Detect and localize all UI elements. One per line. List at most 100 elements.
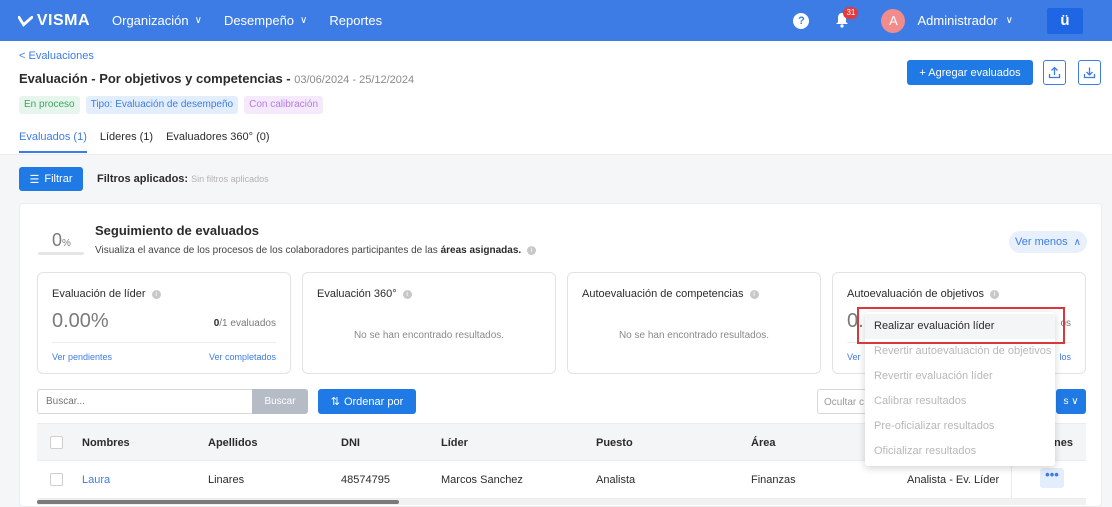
nav-reportes[interactable]: Reportes	[329, 13, 382, 28]
help-icon[interactable]: ?	[793, 12, 810, 29]
stat-empty-message: No se han encontrado resultados.	[353, 330, 505, 341]
top-right-controls: ? 31 A Administrador ∨ ü	[793, 0, 1112, 41]
status-badge: En proceso	[19, 96, 80, 114]
info-icon[interactable]: i	[402, 289, 412, 299]
sort-icon: ⇅	[330, 396, 340, 408]
stat-title-text: Autoevaluación de objetivos	[847, 288, 984, 300]
chevron-down-icon: ∨	[300, 15, 308, 26]
menu-item-calibrar-resultados: Calibrar resultados	[874, 395, 967, 407]
actions-menu: Realizar evaluación líder Revertir autoe…	[865, 312, 1055, 466]
header-apellidos: Apellidos	[208, 437, 258, 449]
notifications-badge: 31	[843, 6, 859, 19]
tab-evaluados[interactable]: Evaluados (1)	[19, 131, 87, 153]
ver-completados-link[interactable]: Ver completados	[209, 352, 276, 362]
back-to-evaluaciones-link[interactable]: < Evaluaciones	[19, 50, 94, 62]
nav-desempeno-label: Desempeño	[223, 13, 295, 28]
ver-pendientes-link[interactable]: Ver pendientes	[52, 352, 112, 362]
stat-title: Autoevaluación de competencias i	[582, 288, 759, 300]
stat-divider	[52, 342, 276, 343]
nav-reportes-label: Reportes	[329, 13, 383, 28]
tracking-subtitle: Visualiza el avance de los procesos de l…	[95, 245, 536, 256]
columns-button[interactable]: s ∨	[1056, 389, 1086, 414]
add-evaluados-button[interactable]: + Agregar evaluados	[907, 60, 1033, 85]
info-icon[interactable]: i	[526, 245, 536, 255]
info-icon[interactable]: i	[749, 289, 759, 299]
user-name[interactable]: Administrador	[917, 13, 997, 28]
header-area: Área	[751, 437, 776, 449]
header-nombres: Nombres	[82, 437, 130, 449]
page-title: Evaluación - Por objetivos y competencia…	[19, 71, 414, 86]
stat-title-text: Evaluación de líder	[52, 288, 146, 300]
download-button[interactable]	[1078, 60, 1101, 85]
ver-completados-link[interactable]: los	[1059, 352, 1071, 362]
upload-icon	[1048, 66, 1061, 79]
tracking-percent-value: 0	[52, 230, 63, 250]
row-apellidos: Linares	[208, 474, 245, 486]
select-all-checkbox[interactable]	[50, 436, 63, 449]
status-chips: En proceso Tipo: Evaluación de desempeño…	[19, 96, 329, 114]
chevron-down-icon[interactable]: ∨	[1006, 15, 1013, 26]
row-puesto: Analista	[596, 474, 636, 486]
nav-desempeno[interactable]: Desempeño ∨	[224, 13, 307, 28]
type-badge: Tipo: Evaluación de desempeño	[85, 96, 239, 114]
stat-evaluacion-360: Evaluación 360° i No se han encontrado r…	[302, 272, 556, 374]
notifications-button[interactable]: 31	[835, 6, 859, 30]
upload-button[interactable]	[1043, 60, 1066, 85]
tabs: Evaluados (1) Líderes (1) Evaluadores 36…	[19, 131, 283, 153]
evaluation-dates: 03/06/2024 - 25/12/2024	[294, 74, 415, 86]
stat-evaluacion-lider: Evaluación de líder i 0.00% 0/1 evaluado…	[37, 272, 291, 374]
visma-logo[interactable]: VISMA	[18, 12, 90, 30]
header-dni: DNI	[341, 437, 360, 449]
stat-autoevaluacion-competencias: Autoevaluación de competencias i No se h…	[567, 272, 821, 374]
scrollbar-thumb[interactable]	[37, 500, 399, 504]
row-lider: Marcos Sanchez	[441, 474, 523, 486]
table-row: Laura Linares 48574795 Marcos Sanchez An…	[37, 461, 1086, 499]
tracking-percent: 0%	[52, 230, 71, 251]
stat-title-text: Evaluación 360°	[317, 288, 397, 300]
stat-value: 0.	[847, 310, 864, 332]
filter-icon: ☰	[29, 173, 40, 186]
chevron-down-icon: ∨	[194, 15, 202, 26]
stat-title: Evaluación de líder i	[52, 288, 161, 300]
nav-organizacion[interactable]: Organización ∨	[112, 13, 202, 28]
row-checkbox[interactable]	[50, 473, 63, 486]
tab-lideres[interactable]: Líderes (1)	[100, 131, 153, 153]
tab-evaluadores-360[interactable]: Evaluadores 360° (0)	[166, 131, 269, 153]
brand-name: VISMA	[36, 11, 90, 29]
menu-item-revertir-evaluacion-lider: Revertir evaluación líder	[874, 370, 993, 382]
top-navbar: VISMA Organización ∨ Desempeño ∨ Reporte…	[0, 0, 1112, 41]
filters-applied-value: Sin filtros aplicados	[191, 174, 269, 184]
row-nombres[interactable]: Laura	[82, 474, 110, 486]
stat-empty-message: No se han encontrado resultados.	[618, 330, 770, 341]
info-icon[interactable]: i	[151, 289, 161, 299]
avatar[interactable]: A	[881, 8, 906, 33]
row-area: Finanzas	[751, 474, 796, 486]
more-actions-button[interactable]: •••	[1040, 468, 1064, 488]
sort-button[interactable]: ⇅ Ordenar por	[318, 389, 416, 414]
stat-title: Autoevaluación de objetivos i	[847, 288, 1000, 300]
tracking-title: Seguimiento de evaluados	[95, 223, 259, 238]
row-actions: •••	[1011, 461, 1086, 498]
tracking-subtitle-text: Visualiza el avance de los procesos de l…	[95, 245, 441, 256]
calibration-badge: Con calibración	[244, 96, 324, 114]
menu-item-realizar-evaluacion-lider[interactable]: Realizar evaluación líder	[865, 314, 1055, 339]
header-puesto: Puesto	[596, 437, 633, 449]
menu-item-revertir-autoevaluacion-objetivos: Revertir autoevaluación de objetivos	[874, 345, 1052, 357]
filter-button-label: Filtrar	[44, 173, 73, 185]
stat-count-suffix: /1 evaluados	[219, 318, 276, 329]
ver-pendientes-link[interactable]: Ver	[847, 352, 861, 362]
search-button[interactable]: Buscar	[252, 389, 308, 414]
app-launcher-button[interactable]: ü	[1047, 7, 1083, 34]
page-title-text: Evaluación - Por objetivos y competencia…	[19, 71, 295, 86]
menu-item-oficializar-resultados: Oficializar resultados	[874, 445, 977, 457]
filters-applied-label: Filtros aplicados:	[97, 173, 189, 185]
sort-button-label: Ordenar por	[343, 395, 404, 408]
filter-button[interactable]: ☰ Filtrar	[19, 167, 83, 191]
search-input[interactable]	[37, 389, 253, 414]
horizontal-scrollbar[interactable]	[37, 499, 1086, 505]
info-icon[interactable]: i	[990, 289, 1000, 299]
tracking-percent-unit: %	[62, 238, 71, 249]
stat-value: 0.00%	[52, 310, 109, 332]
ver-menos-label: Ver menos	[1015, 236, 1068, 248]
ver-menos-toggle[interactable]: Ver menos ∧	[1009, 231, 1087, 253]
